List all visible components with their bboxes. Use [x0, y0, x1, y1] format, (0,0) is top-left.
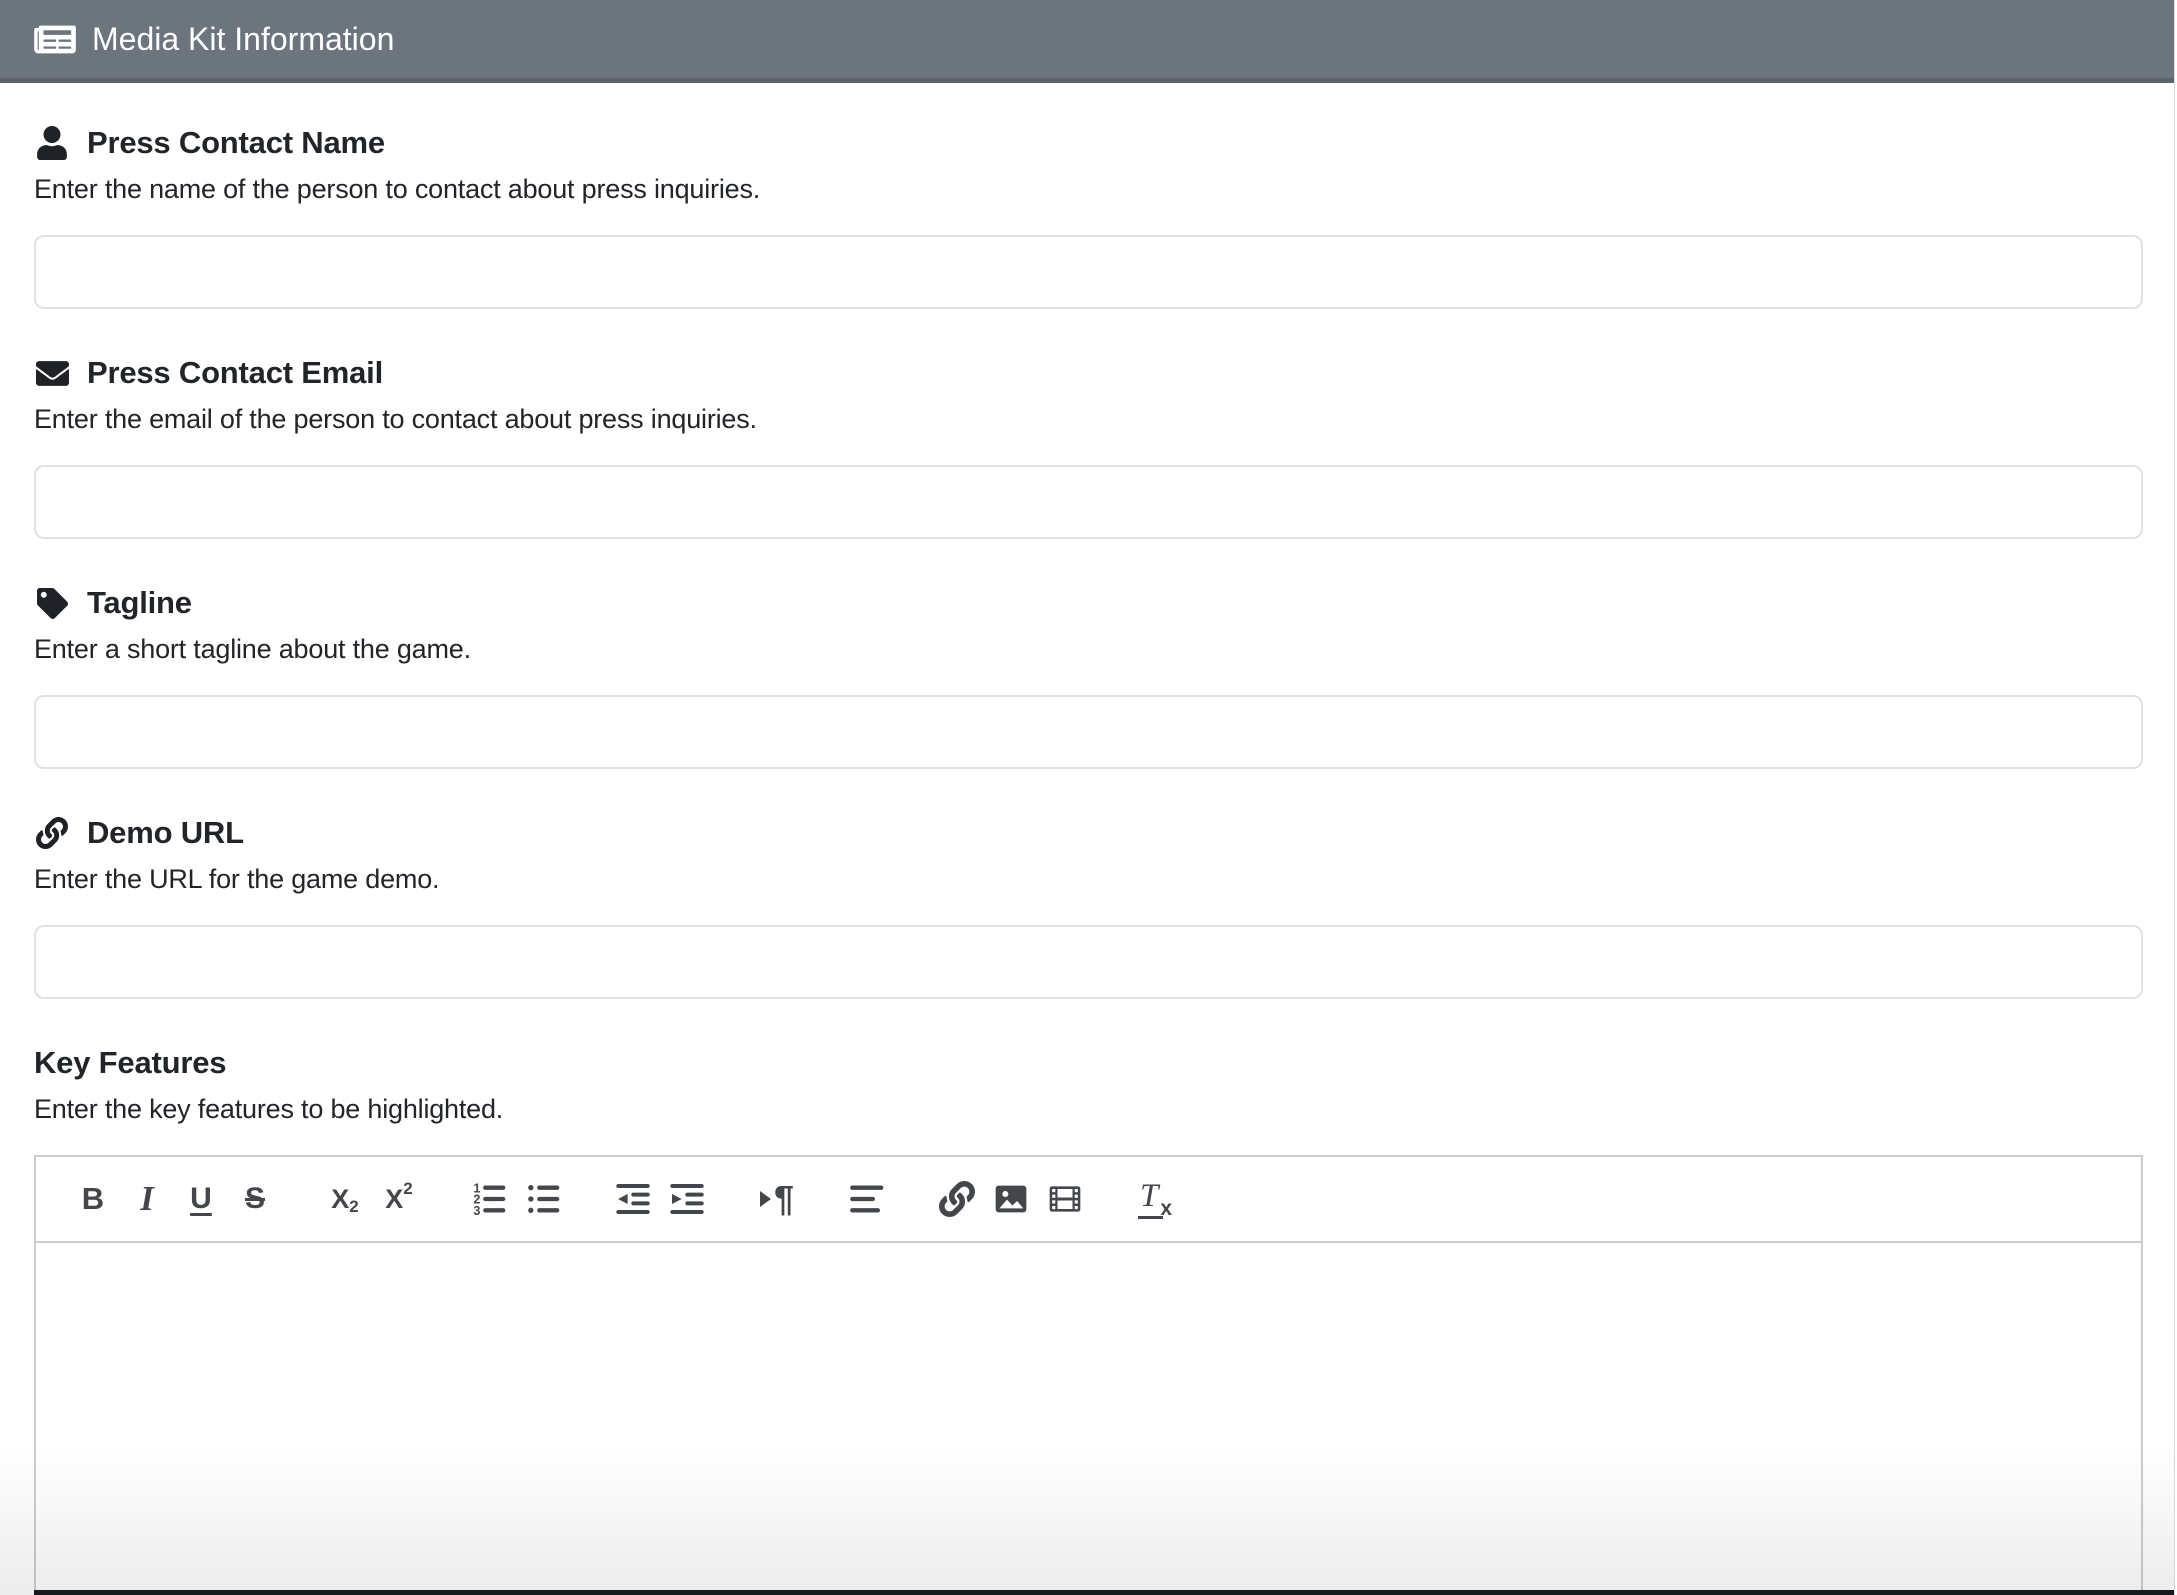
field-description: Enter the URL for the game demo. — [34, 861, 2143, 897]
underline-button[interactable]: U — [174, 1171, 228, 1227]
indent-icon[interactable] — [660, 1171, 714, 1227]
field-label-text: Press Contact Name — [87, 123, 385, 163]
tagline-input[interactable] — [34, 695, 2143, 769]
field-label: Tagline — [34, 583, 2143, 623]
toolbar-group-text-style: B I U S — [66, 1171, 282, 1227]
page-title: Media Kit Information — [92, 21, 394, 58]
field-demo-url: Demo URL Enter the URL for the game demo… — [34, 813, 2143, 999]
field-tagline: Tagline Enter a short tagline about the … — [34, 583, 2143, 769]
toolbar-group-align — [840, 1171, 894, 1227]
strikethrough-button[interactable]: S — [228, 1171, 282, 1227]
italic-button[interactable]: I — [120, 1171, 174, 1227]
superscript-button[interactable]: X2 — [372, 1171, 426, 1227]
toolbar-group-clean: Tx — [1128, 1171, 1182, 1227]
field-label: Press Contact Name — [34, 123, 2143, 163]
form-content: Press Contact Name Enter the name of the… — [0, 83, 2177, 1595]
field-description: Enter the key features to be highlighted… — [34, 1091, 2143, 1127]
bold-button[interactable]: B — [66, 1171, 120, 1227]
field-label: Press Contact Email — [34, 353, 2143, 393]
press-contact-name-input[interactable] — [34, 235, 2143, 309]
svg-text:3: 3 — [473, 1204, 480, 1218]
editor-toolbar: B I U S X2 X2 — [36, 1157, 2141, 1243]
key-features-editor-body[interactable] — [36, 1243, 2141, 1595]
insert-video-icon[interactable] — [1038, 1171, 1092, 1227]
insert-image-icon[interactable] — [984, 1171, 1038, 1227]
field-label-text: Tagline — [87, 583, 192, 623]
press-contact-email-input[interactable] — [34, 465, 2143, 539]
toolbar-group-direction: ¶ — [750, 1171, 804, 1227]
field-press-contact-name: Press Contact Name Enter the name of the… — [34, 123, 2143, 309]
field-key-features: Key Features Enter the key features to b… — [34, 1043, 2143, 1595]
subscript-button[interactable]: X2 — [318, 1171, 372, 1227]
text-direction-icon[interactable]: ¶ — [750, 1171, 804, 1227]
ordered-list-icon[interactable]: 1 2 3 — [462, 1171, 516, 1227]
toolbar-group-script: X2 X2 — [318, 1171, 426, 1227]
field-label: Key Features — [34, 1043, 2143, 1083]
field-press-contact-email: Press Contact Email Enter the email of t… — [34, 353, 2143, 539]
bottom-edge-bar — [34, 1590, 2177, 1595]
field-label: Demo URL — [34, 813, 2143, 853]
card-header: Media Kit Information — [0, 0, 2174, 83]
field-description: Enter the name of the person to contact … — [34, 171, 2143, 207]
toolbar-group-indent — [606, 1171, 714, 1227]
align-icon[interactable] — [840, 1171, 894, 1227]
field-label-text: Key Features — [34, 1043, 226, 1083]
field-description: Enter the email of the person to contact… — [34, 401, 2143, 437]
clean-formatting-icon[interactable]: Tx — [1128, 1171, 1182, 1227]
user-icon — [34, 126, 70, 160]
field-label-text: Demo URL — [87, 813, 244, 853]
media-kit-form-page: { "header": { "title": "Media Kit Inform… — [0, 0, 2177, 1595]
field-label-text: Press Contact Email — [87, 353, 383, 393]
field-description: Enter a short tagline about the game. — [34, 631, 2143, 667]
newspaper-icon — [34, 21, 76, 58]
toolbar-group-lists: 1 2 3 — [462, 1171, 570, 1227]
link-icon — [34, 817, 70, 849]
envelope-icon — [34, 357, 70, 390]
bullet-list-icon[interactable] — [516, 1171, 570, 1227]
insert-link-icon[interactable] — [930, 1171, 984, 1227]
outdent-icon[interactable] — [606, 1171, 660, 1227]
demo-url-input[interactable] — [34, 925, 2143, 999]
tag-icon — [34, 588, 70, 619]
key-features-editor: B I U S X2 X2 — [34, 1155, 2143, 1595]
toolbar-group-media — [930, 1171, 1092, 1227]
